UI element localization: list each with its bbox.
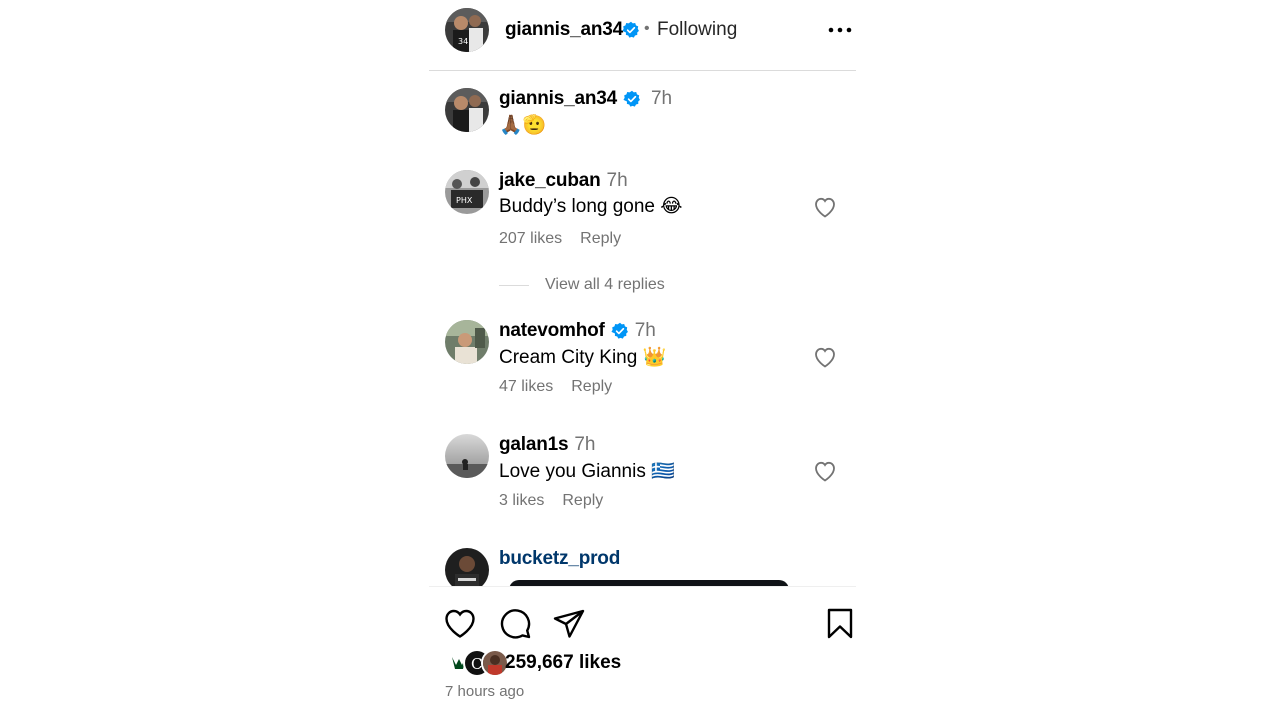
- comment-text: Buddy’s long gone 😂: [499, 196, 683, 217]
- comment-likes[interactable]: 47 likes: [499, 378, 553, 395]
- commenter-username[interactable]: natevomhof: [499, 320, 605, 342]
- verified-badge-icon: [622, 21, 639, 38]
- reply-button[interactable]: Reply: [571, 378, 612, 395]
- svg-text:PHX: PHX: [456, 196, 473, 205]
- heart-icon[interactable]: [813, 460, 837, 482]
- commenter-username[interactable]: jake_cuban: [499, 170, 601, 192]
- heart-icon[interactable]: [443, 607, 477, 641]
- caption-avatar[interactable]: [445, 88, 489, 132]
- author-username[interactable]: giannis_an34: [505, 19, 623, 41]
- comment-time[interactable]: 7h: [607, 170, 628, 192]
- comments-list[interactable]: giannis_an34 7h 🙏🏾🫡 PHX jake_cuban 7h Bu…: [429, 72, 856, 586]
- comment-text: Cream City King 👑: [499, 347, 667, 368]
- share-icon[interactable]: [552, 607, 586, 641]
- verified-badge-icon: [611, 322, 628, 339]
- caption-time[interactable]: 7h: [651, 88, 672, 110]
- likes-row[interactable]: C 259,667 likes: [445, 649, 621, 677]
- commenter-avatar[interactable]: PHX: [445, 170, 489, 214]
- more-options-icon[interactable]: [827, 24, 853, 36]
- commenter-avatar[interactable]: [445, 434, 489, 478]
- commenter-avatar[interactable]: [445, 548, 489, 586]
- heart-icon[interactable]: [813, 196, 837, 218]
- likes-count[interactable]: 259,667 likes: [505, 652, 621, 674]
- separator-dot: •: [644, 20, 650, 37]
- heart-icon[interactable]: [813, 346, 837, 368]
- verified-badge-icon: [623, 90, 640, 107]
- commenter-username[interactable]: galan1s: [499, 434, 569, 456]
- comment-time[interactable]: 7h: [635, 320, 656, 342]
- comment-time[interactable]: 7h: [574, 434, 595, 456]
- view-replies-button[interactable]: View all 4 replies: [499, 276, 665, 294]
- post-timestamp[interactable]: 7 hours ago: [445, 683, 524, 700]
- caption-username[interactable]: giannis_an34: [499, 88, 617, 110]
- comment-icon[interactable]: [498, 607, 532, 641]
- bookmark-icon[interactable]: [823, 607, 857, 641]
- reply-button[interactable]: Reply: [580, 230, 621, 247]
- post-comments-panel: 34 giannis_an34 • Following giannis_an34…: [429, 0, 856, 720]
- commenter-avatar[interactable]: [445, 320, 489, 364]
- following-button[interactable]: Following: [657, 19, 737, 41]
- commenter-username[interactable]: bucketz_prod: [499, 548, 620, 570]
- comment-likes[interactable]: 3 likes: [499, 492, 544, 509]
- comment-likes[interactable]: 207 likes: [499, 230, 562, 247]
- reply-button[interactable]: Reply: [562, 492, 603, 509]
- view-replies-label: View all 4 replies: [545, 276, 665, 293]
- post-actions: C 259,667 likes 7 hours ago: [429, 586, 856, 720]
- caption-text: 🙏🏾🫡: [499, 115, 547, 136]
- author-avatar[interactable]: 34: [445, 8, 489, 52]
- replies-divider: [499, 284, 529, 286]
- comment-text: Love you Giannis 🇬🇷: [499, 461, 675, 482]
- svg-text:34: 34: [458, 37, 468, 46]
- post-header: 34 giannis_an34 • Following: [429, 0, 856, 71]
